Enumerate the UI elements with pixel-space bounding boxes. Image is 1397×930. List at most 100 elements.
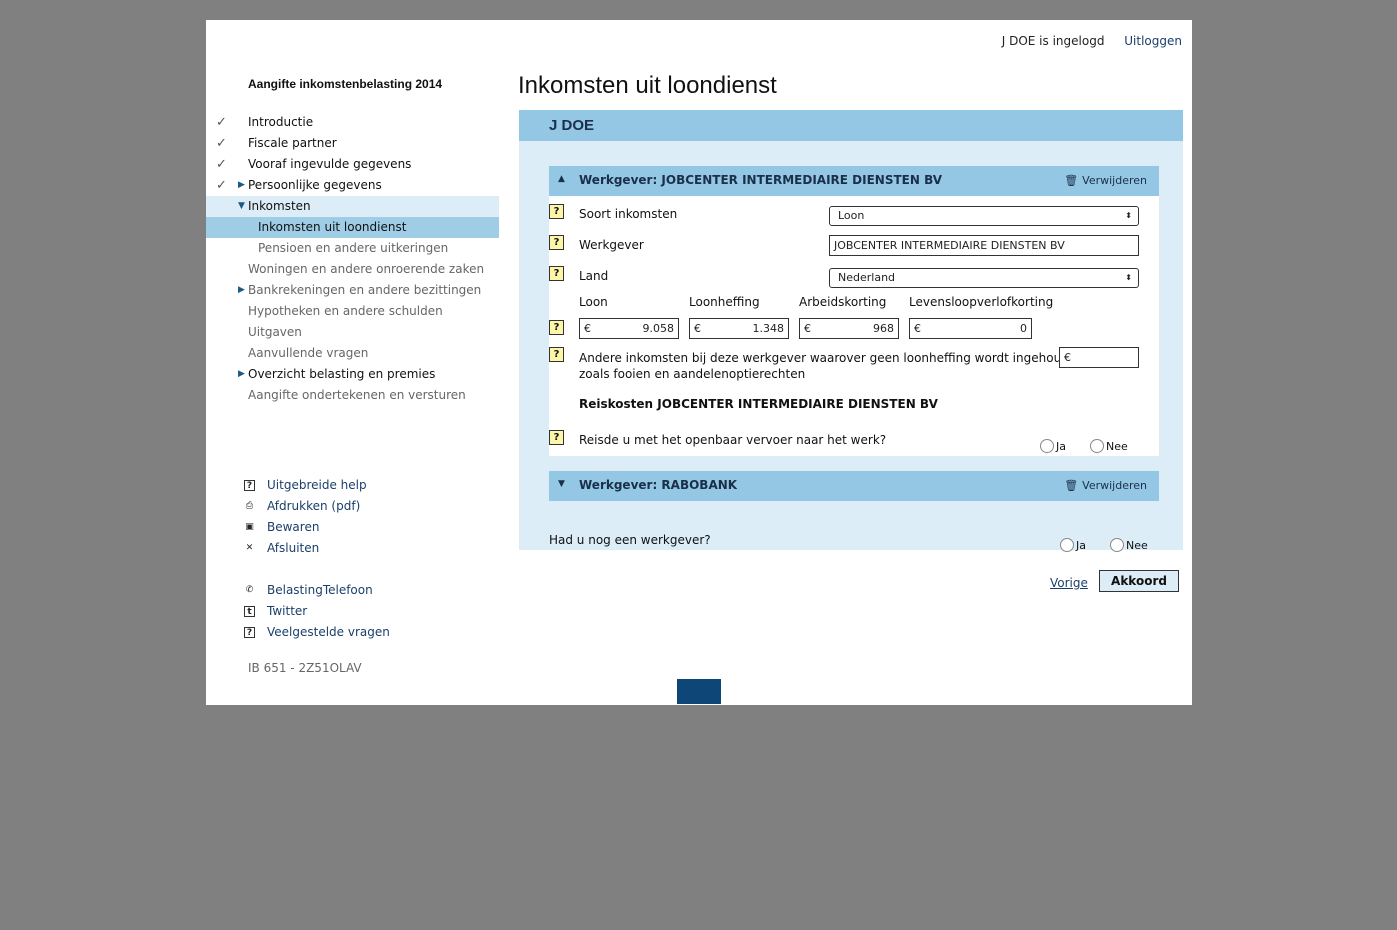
print-icon: ⎙ bbox=[245, 501, 254, 511]
previous-link[interactable]: Vorige bbox=[1050, 576, 1088, 590]
page: J DOE is ingelogd Uitloggen Aangifte ink… bbox=[206, 20, 1192, 705]
help-icon[interactable]: ? bbox=[549, 266, 564, 281]
amount-input[interactable]: €9.058 bbox=[579, 318, 679, 339]
radio-yes[interactable]: Ja bbox=[1060, 538, 1086, 552]
radio-no-label: Nee bbox=[1126, 539, 1148, 552]
country-label: Land bbox=[579, 269, 609, 283]
sidebar-item[interactable]: ✓ Introductie bbox=[206, 112, 499, 133]
delete-label: Verwijderen bbox=[1082, 479, 1147, 492]
amount-label: Loon bbox=[579, 295, 608, 309]
sidebar-item[interactable]: ✓ ▶ Persoonlijke gegevens bbox=[206, 175, 499, 196]
radio-no[interactable]: Nee bbox=[1090, 439, 1128, 453]
person-name: J DOE bbox=[549, 117, 595, 134]
sidebar-item-label: Bankrekeningen en andere bezittingen bbox=[248, 283, 482, 297]
caret-right-icon[interactable]: ▶ bbox=[238, 175, 245, 196]
help-icon[interactable]: ? bbox=[549, 430, 564, 445]
help-icon[interactable]: ? bbox=[549, 320, 564, 335]
caret-down-icon[interactable]: ▼ bbox=[238, 196, 245, 217]
sidebar-nav: ✓ Introductie ✓ Fiscale partner ✓ Vooraf inge… bbox=[206, 112, 499, 406]
employer-header: ▲ Werkgever: JOBCENTER INTERMEDIAIRE DIE… bbox=[549, 166, 1159, 196]
currency-label: € bbox=[804, 322, 811, 335]
checkmark-icon: ✓ bbox=[216, 157, 227, 172]
accept-button[interactable]: Akkoord bbox=[1099, 570, 1179, 592]
employer-input[interactable]: JOBCENTER INTERMEDIAIRE DIENSTEN BV bbox=[829, 235, 1139, 256]
sidebar-item[interactable]: Inkomsten uit loondienst bbox=[206, 217, 499, 238]
radio-yes[interactable]: Ja bbox=[1040, 439, 1066, 453]
employer-header: ▼ Werkgever: RABOBANK 🗑 Verwijderen bbox=[549, 471, 1159, 501]
delete-employer-button[interactable]: 🗑 Verwijderen bbox=[1064, 174, 1147, 187]
amount-input[interactable]: €0 bbox=[909, 318, 1032, 339]
amount-label: Levensloopverlofkorting bbox=[909, 295, 1054, 309]
employer-section-rabobank: ▼ Werkgever: RABOBANK 🗑 Verwijderen bbox=[549, 471, 1159, 501]
tool-link[interactable]: ⎙ Afdrukken (pdf) bbox=[244, 496, 390, 517]
amount-input[interactable]: €1.348 bbox=[689, 318, 789, 339]
checkmark-icon: ✓ bbox=[216, 115, 227, 130]
sidebar-item-label: Inkomsten uit loondienst bbox=[258, 220, 407, 234]
tool-link[interactable]: ? Veelgestelde vragen bbox=[244, 622, 390, 643]
sidebar-item-label: Woningen en andere onroerende zaken bbox=[248, 262, 485, 276]
travel-question: Reisde u met het openbaar vervoer naar h… bbox=[579, 433, 887, 447]
delete-employer-button[interactable]: 🗑 Verwijderen bbox=[1064, 479, 1147, 492]
radio-no[interactable]: Nee bbox=[1110, 538, 1148, 552]
sidebar-item-label: Fiscale partner bbox=[248, 136, 337, 150]
form-version: IB 651 - 2Z51OLAV bbox=[248, 661, 362, 675]
tool-label: Veelgestelde vragen bbox=[267, 625, 390, 639]
income-type-select[interactable]: Loon ⬍ bbox=[829, 206, 1139, 226]
tool-label: Bewaren bbox=[267, 520, 320, 534]
tool-link[interactable]: ? Uitgebreide help bbox=[244, 475, 390, 496]
caret-right-icon[interactable]: ▶ bbox=[238, 364, 245, 385]
sidebar-item[interactable]: ✓ Fiscale partner bbox=[206, 133, 499, 154]
page-title: Inkomsten uit loondienst bbox=[518, 72, 777, 99]
help-icon[interactable]: ? bbox=[549, 235, 564, 250]
phone-icon: ✆ bbox=[245, 585, 254, 595]
caret-right-icon[interactable]: ▶ bbox=[238, 280, 245, 301]
currency-label: € bbox=[694, 322, 701, 335]
amount-input[interactable]: €968 bbox=[799, 318, 899, 339]
user-bar: J DOE is ingelogd Uitloggen bbox=[986, 34, 1182, 48]
amount-value: 1.348 bbox=[752, 322, 785, 335]
radio-yes-label: Ja bbox=[1076, 539, 1086, 552]
sidebar-item[interactable]: Hypotheken en andere schulden bbox=[206, 301, 499, 322]
other-income-input[interactable]: € bbox=[1059, 347, 1139, 368]
sidebar-item[interactable]: Aanvullende vragen bbox=[206, 343, 499, 364]
sidebar-item[interactable]: ▶ Bankrekeningen en andere bezittingen bbox=[206, 280, 499, 301]
tool-link[interactable]: ✆ BelastingTelefoon bbox=[244, 580, 390, 601]
app-title: Aangifte inkomstenbelasting 2014 bbox=[248, 77, 443, 91]
logout-link[interactable]: Uitloggen bbox=[1124, 34, 1182, 48]
sidebar-item[interactable]: ▶ Overzicht belasting en premies bbox=[206, 364, 499, 385]
help-icon: ? bbox=[244, 480, 255, 491]
country-select[interactable]: Nederland ⬍ bbox=[829, 268, 1139, 288]
sidebar-item-label: Aangifte ondertekenen en versturen bbox=[248, 388, 466, 402]
close-icon: ✕ bbox=[245, 543, 254, 553]
employer-title: Werkgever: JOBCENTER INTERMEDIAIRE DIENS… bbox=[579, 173, 943, 187]
trash-icon: 🗑 bbox=[1064, 174, 1079, 187]
sidebar-item[interactable]: ▼ Inkomsten bbox=[206, 196, 499, 217]
help-icon[interactable]: ? bbox=[549, 347, 564, 362]
amount-value: 9.058 bbox=[642, 322, 675, 335]
sidebar-item[interactable]: ✓ Vooraf ingevulde gegevens bbox=[206, 154, 499, 175]
collapse-icon[interactable]: ▲ bbox=[558, 174, 565, 184]
select-arrow-icon: ⬍ bbox=[1125, 273, 1132, 282]
tool-label: Afsluiten bbox=[267, 541, 320, 555]
tool-link[interactable]: ▣ Bewaren bbox=[244, 517, 390, 538]
other-income-line2: zoals fooien en aandelenoptierechten bbox=[579, 367, 806, 381]
currency-label: € bbox=[584, 322, 591, 335]
amount-value: 968 bbox=[873, 322, 894, 335]
help-icon[interactable]: ? bbox=[549, 204, 564, 219]
sidebar-item-label: Aanvullende vragen bbox=[248, 346, 369, 360]
expand-icon[interactable]: ▼ bbox=[558, 479, 565, 489]
tool-label: BelastingTelefoon bbox=[267, 583, 373, 597]
sidebar-item[interactable]: Woningen en andere onroerende zaken bbox=[206, 259, 499, 280]
sidebar-item[interactable]: Uitgaven bbox=[206, 322, 499, 343]
checkmark-icon: ✓ bbox=[216, 136, 227, 151]
sidebar-item[interactable]: Aangifte ondertekenen en versturen bbox=[206, 385, 499, 406]
radio-no-label: Nee bbox=[1106, 440, 1128, 453]
sidebar-item[interactable]: Pensioen en andere uitkeringen bbox=[206, 238, 499, 259]
currency-label: € bbox=[914, 322, 921, 335]
tool-link[interactable]: ✕ Afsluiten bbox=[244, 538, 390, 559]
tool-link[interactable]: t Twitter bbox=[244, 601, 390, 622]
country-value: Nederland bbox=[838, 271, 896, 284]
amount-value: 0 bbox=[1020, 322, 1027, 335]
amount-label: Arbeidskorting bbox=[799, 295, 887, 309]
faq-icon: ? bbox=[244, 627, 255, 638]
